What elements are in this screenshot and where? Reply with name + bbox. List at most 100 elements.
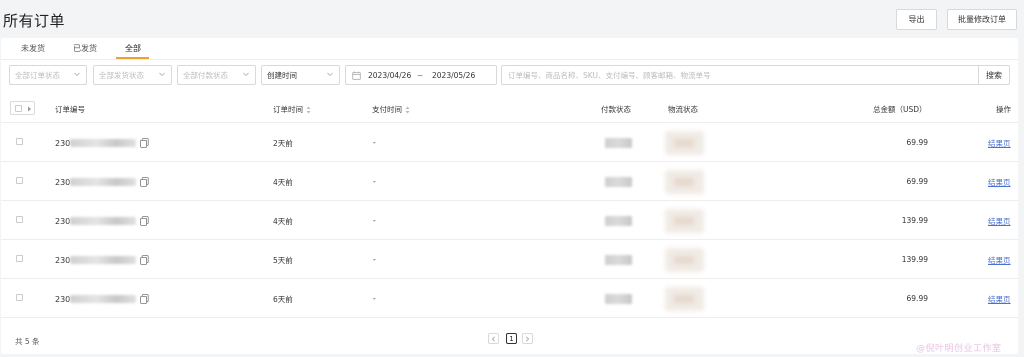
- redacted-order-number: [70, 295, 137, 303]
- order-time: 6天前: [273, 295, 293, 304]
- redacted-ship-status: [665, 170, 704, 194]
- order-amount: 69.99: [906, 138, 928, 147]
- table-row[interactable]: 230 6天前 - 69.99 结果页: [1, 279, 1018, 318]
- col-pay-time[interactable]: 支付时间: [372, 104, 410, 115]
- batch-edit-button[interactable]: 批量修改订单: [947, 9, 1017, 30]
- redacted-pay-status: [605, 138, 632, 148]
- calendar-icon: [352, 71, 361, 80]
- search-input[interactable]: [501, 65, 979, 85]
- col-action: 操作: [996, 105, 1011, 114]
- row-checkbox[interactable]: [16, 138, 23, 145]
- copy-icon[interactable]: [140, 255, 149, 265]
- next-page-button[interactable]: [522, 333, 533, 344]
- col-order-no: 订单编号: [55, 105, 85, 114]
- redacted-ship-status: [665, 131, 704, 155]
- order-number: 230: [55, 255, 149, 265]
- filter-bar: 全部订单状态 全部发货状态 全部付款状态 创建时间 2023/04/26 ~ 2…: [1, 65, 1018, 87]
- redacted-pay-status: [605, 294, 632, 304]
- redacted-order-number: [70, 139, 137, 147]
- redacted-ship-status: [665, 209, 704, 233]
- date-end[interactable]: 2023/05/26: [432, 71, 475, 80]
- row-checkbox[interactable]: [16, 294, 23, 301]
- date-range-picker[interactable]: 2023/04/26 ~ 2023/05/26: [345, 65, 497, 85]
- result-page-link[interactable]: 结果页: [988, 216, 1011, 227]
- tab-all[interactable]: 全部: [125, 43, 141, 54]
- order-number: 230: [55, 177, 149, 187]
- order-number-prefix: 230: [55, 138, 71, 148]
- select-all-checkbox[interactable]: [15, 105, 22, 112]
- chevron-down-icon: [158, 70, 166, 78]
- chevron-down-icon: [326, 70, 334, 78]
- redacted-order-number: [70, 256, 137, 264]
- order-time: 5天前: [273, 256, 293, 265]
- copy-icon[interactable]: [140, 294, 149, 304]
- orders-card: 未发货 已发货 全部 全部订单状态 全部发货状态 全部付款状态 创建时间 202…: [1, 38, 1018, 354]
- order-amount: 69.99: [906, 294, 928, 303]
- result-page-link[interactable]: 结果页: [988, 294, 1011, 305]
- redacted-ship-status: [665, 248, 704, 272]
- table-row[interactable]: 230 4天前 - 69.99 结果页: [1, 162, 1018, 201]
- pay-time: -: [373, 294, 376, 303]
- table-header: 订单编号 订单时间 支付时间 付款状态 物流状态 总金额（USD） 操作: [1, 94, 1018, 123]
- copy-icon[interactable]: [140, 177, 149, 187]
- total-count: 共 5 条: [15, 337, 40, 346]
- chevron-right-icon: [525, 335, 530, 342]
- order-number: 230: [55, 294, 149, 304]
- order-number-prefix: 230: [55, 255, 71, 265]
- redacted-order-number: [70, 217, 137, 225]
- redacted-pay-status: [605, 255, 632, 265]
- pay-time: -: [373, 177, 376, 186]
- order-number-prefix: 230: [55, 177, 71, 187]
- table-row[interactable]: 230 2天前 - 69.99 结果页: [1, 123, 1018, 162]
- col-total: 总金额（USD）: [873, 105, 927, 114]
- table-row[interactable]: 230 5天前 - 139.99 结果页: [1, 240, 1018, 279]
- order-number: 230: [55, 138, 149, 148]
- watermark: @倪叶明创业工作室: [916, 344, 1002, 354]
- page-number-current[interactable]: 1: [506, 333, 517, 344]
- redacted-pay-status: [605, 177, 632, 187]
- date-separator: ~: [417, 71, 424, 80]
- col-ship-status: 物流状态: [668, 105, 698, 114]
- active-tab-indicator: [116, 57, 149, 59]
- status-tabs: 未发货 已发货 全部: [1, 38, 1018, 60]
- pay-time: -: [373, 138, 376, 147]
- row-checkbox[interactable]: [16, 177, 23, 184]
- prev-page-button[interactable]: [488, 333, 499, 344]
- ship-status-value: 全部发货状态: [99, 70, 144, 80]
- row-checkbox[interactable]: [16, 255, 23, 262]
- order-amount: 139.99: [901, 255, 928, 264]
- table-row[interactable]: 230 4天前 - 139.99 结果页: [1, 201, 1018, 240]
- time-type-select[interactable]: 创建时间: [261, 65, 340, 85]
- order-number-prefix: 230: [55, 216, 71, 226]
- order-time: 4天前: [273, 217, 293, 226]
- chevron-down-icon: [73, 70, 81, 78]
- col-order-time[interactable]: 订单时间: [273, 104, 311, 115]
- pay-status-select[interactable]: 全部付款状态: [177, 65, 256, 85]
- tab-unshipped[interactable]: 未发货: [21, 43, 45, 54]
- copy-icon[interactable]: [140, 216, 149, 226]
- select-all-dropdown[interactable]: [10, 101, 35, 115]
- chevron-down-icon: [242, 70, 250, 78]
- caret-right-icon: [27, 105, 32, 112]
- ship-status-select[interactable]: 全部发货状态: [93, 65, 172, 85]
- result-page-link[interactable]: 结果页: [988, 177, 1011, 188]
- sort-icon[interactable]: [306, 106, 311, 114]
- order-amount: 69.99: [906, 177, 928, 186]
- order-status-value: 全部订单状态: [15, 70, 60, 80]
- redacted-order-number: [70, 178, 137, 186]
- order-time: 4天前: [273, 178, 293, 187]
- row-checkbox[interactable]: [16, 216, 23, 223]
- result-page-link[interactable]: 结果页: [988, 138, 1011, 149]
- page-title: 所有订单: [3, 12, 66, 30]
- order-time: 2天前: [273, 139, 293, 148]
- export-button[interactable]: 导出: [896, 9, 937, 30]
- pay-time: -: [373, 255, 376, 264]
- tab-shipped[interactable]: 已发货: [73, 43, 97, 54]
- sort-icon[interactable]: [405, 106, 410, 114]
- search-button[interactable]: 搜索: [978, 65, 1010, 85]
- order-status-select[interactable]: 全部订单状态: [9, 65, 87, 85]
- date-start[interactable]: 2023/04/26: [368, 71, 411, 80]
- col-pay-status: 付款状态: [601, 105, 631, 114]
- result-page-link[interactable]: 结果页: [988, 255, 1011, 266]
- copy-icon[interactable]: [140, 138, 149, 148]
